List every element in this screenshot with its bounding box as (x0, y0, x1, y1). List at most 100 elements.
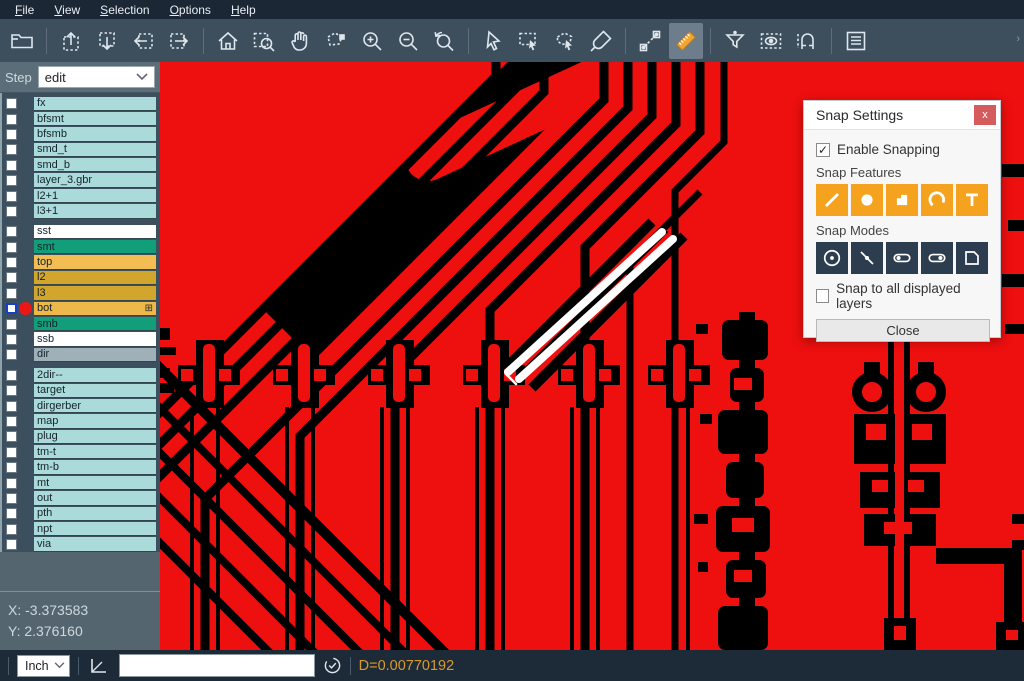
layer-row-ssb[interactable]: ssb (2, 332, 160, 347)
layer-name[interactable]: smt (34, 240, 156, 254)
enable-snapping-checkbox[interactable]: ✓ (816, 143, 830, 157)
menu-file[interactable]: File (6, 2, 43, 18)
layer-row-mt[interactable]: mt (2, 475, 160, 490)
layer-row-smt[interactable]: smt (2, 240, 160, 255)
move-left-icon[interactable] (126, 23, 160, 59)
layer-name[interactable]: l3+1 (34, 204, 156, 218)
layer-row-smd_b[interactable]: smd_b (2, 158, 160, 173)
layer-name[interactable]: dirgerber (34, 399, 156, 413)
snap-text-icon[interactable] (956, 184, 988, 216)
layer-row-plug[interactable]: plug (2, 429, 160, 444)
select-lasso-icon[interactable] (548, 23, 582, 59)
layer-name[interactable]: map (34, 414, 156, 428)
move-up-icon[interactable] (54, 23, 88, 59)
layer-visibility-checkbox[interactable] (6, 334, 17, 345)
layer-visibility-checkbox[interactable] (6, 242, 17, 253)
layer-row-map[interactable]: map (2, 414, 160, 429)
layer-name[interactable]: sst (34, 225, 156, 239)
snap-pad-corner-icon[interactable] (886, 184, 918, 216)
layer-visibility-checkbox[interactable] (6, 144, 17, 155)
layer-name[interactable]: l2+1 (34, 189, 156, 203)
snap-arc-icon[interactable] (921, 184, 953, 216)
menu-selection[interactable]: Selection (91, 2, 158, 18)
step-select[interactable]: edit (38, 66, 155, 88)
menu-options[interactable]: Options (161, 2, 220, 18)
layer-name[interactable]: layer_3.gbr (34, 173, 156, 187)
layer-name[interactable]: ssb (34, 332, 156, 346)
layer-visibility-checkbox[interactable] (6, 175, 17, 186)
layer-name[interactable]: 2dir-- (34, 368, 156, 382)
layer-row-layer_3.gbr[interactable]: layer_3.gbr (2, 173, 160, 188)
layer-name[interactable]: via (34, 537, 156, 551)
layer-visibility-checkbox[interactable] (6, 385, 17, 396)
snap-pad-round-icon[interactable] (851, 184, 883, 216)
select-icon[interactable] (476, 23, 510, 59)
layer-visibility-checkbox[interactable] (6, 226, 17, 237)
pan-icon[interactable] (283, 23, 317, 59)
dialog-close-icon[interactable]: x (974, 105, 996, 125)
layer-visibility-checkbox[interactable] (6, 129, 17, 140)
layer-row-bfsmb[interactable]: bfsmb (2, 127, 160, 142)
layer-visibility-checkbox[interactable] (6, 539, 17, 550)
zoom-in-icon[interactable] (355, 23, 389, 59)
layer-row-dirgerber[interactable]: dirgerber (2, 398, 160, 413)
layer-name[interactable]: plug (34, 430, 156, 444)
layer-row-smb[interactable]: smb (2, 316, 160, 331)
layer-row-top[interactable]: top (2, 255, 160, 270)
snap-center-icon[interactable] (816, 242, 848, 274)
layer-visibility-checkbox[interactable] (6, 206, 17, 217)
menu-view[interactable]: View (45, 2, 89, 18)
layer-name[interactable]: target (34, 384, 156, 398)
layer-visibility-checkbox[interactable] (6, 508, 17, 519)
zoom-window-icon[interactable] (247, 23, 281, 59)
layer-row-smd_t[interactable]: smd_t (2, 142, 160, 157)
measure-icon[interactable] (633, 23, 667, 59)
layer-name[interactable]: smd_t (34, 143, 156, 157)
angle-corner-icon[interactable] (89, 657, 109, 675)
layer-row-tm-b[interactable]: tm-b (2, 460, 160, 475)
layer-name[interactable]: smd_b (34, 158, 156, 172)
zoom-out-icon[interactable] (391, 23, 425, 59)
layer-row-l2[interactable]: l2 (2, 270, 160, 285)
layer-visibility-checkbox[interactable] (6, 288, 17, 299)
layer-visibility-checkbox[interactable] (6, 319, 17, 330)
layer-visibility-checkbox[interactable] (6, 524, 17, 535)
layer-row-sst[interactable]: sst (2, 224, 160, 239)
zoom-polygon-icon[interactable] (319, 23, 353, 59)
unit-select[interactable]: Inch (17, 655, 70, 677)
layer-visibility-checkbox[interactable] (6, 493, 17, 504)
layer-visibility-checkbox[interactable] (6, 272, 17, 283)
move-right-icon[interactable] (162, 23, 196, 59)
zoom-previous-icon[interactable] (427, 23, 461, 59)
layer-row-bfsmt[interactable]: bfsmt (2, 111, 160, 126)
menu-help[interactable]: Help (222, 2, 265, 18)
move-down-icon[interactable] (90, 23, 124, 59)
layer-visibility-checkbox[interactable] (6, 431, 17, 442)
layer-visibility-checkbox[interactable] (6, 447, 17, 458)
layer-visibility-checkbox[interactable] (6, 349, 17, 360)
layer-name[interactable]: bfsmb (34, 127, 156, 141)
layer-row-l3+1[interactable]: l3+1 (2, 204, 160, 219)
close-button[interactable]: Close (816, 319, 990, 342)
layer-name[interactable]: tm-b (34, 460, 156, 474)
snap-all-layers-checkbox[interactable] (816, 289, 829, 303)
layer-visibility-checkbox[interactable] (6, 98, 17, 109)
layer-name[interactable]: top (34, 255, 156, 269)
snap-slot-right-icon[interactable] (921, 242, 953, 274)
home-icon[interactable] (211, 23, 245, 59)
layer-visibility-checkbox[interactable] (6, 462, 17, 473)
layer-row-npt[interactable]: npt (2, 522, 160, 537)
layers-panel-icon[interactable] (839, 23, 873, 59)
layer-row-target[interactable]: target (2, 383, 160, 398)
command-input[interactable] (119, 654, 315, 677)
layer-name[interactable]: out (34, 491, 156, 505)
layer-visibility-checkbox[interactable] (6, 160, 17, 171)
layer-row-out[interactable]: out (2, 491, 160, 506)
layer-visibility-checkbox[interactable] (6, 416, 17, 427)
snap-slot-left-icon[interactable] (886, 242, 918, 274)
layer-visibility-checkbox[interactable] (6, 303, 17, 314)
layer-row-fx[interactable]: fx (2, 96, 160, 111)
layer-name[interactable]: bfsmt (34, 112, 156, 126)
paint-select-icon[interactable] (584, 23, 618, 59)
layer-name[interactable]: tm-t (34, 445, 156, 459)
